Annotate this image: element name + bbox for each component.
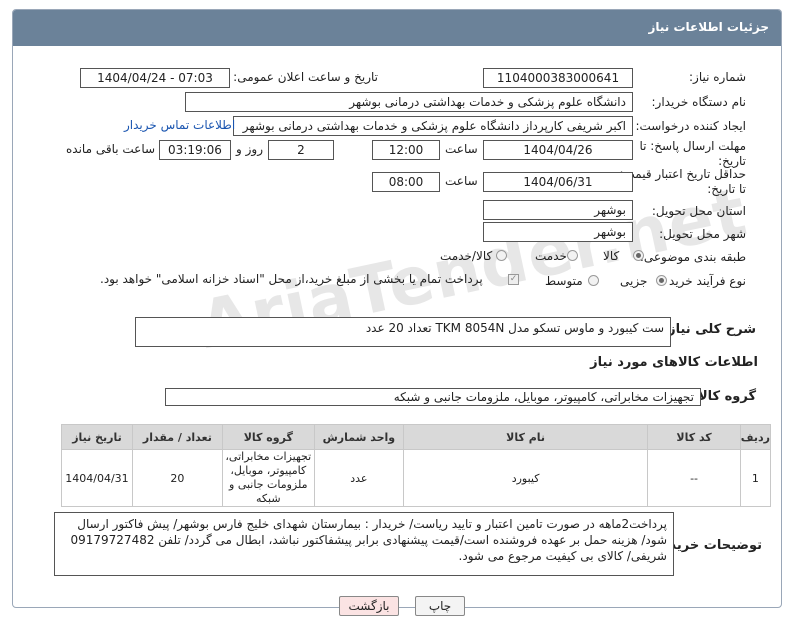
creator-field: اکبر شریفی کارپرداز دانشگاه علوم پزشکی و… (233, 116, 633, 136)
need-number-label: شماره نیاز: (689, 70, 746, 84)
description-label: شرح کلی نیاز: (662, 322, 756, 337)
announce-date-field: 1404/04/24 - 07:03 (80, 68, 230, 88)
province-label: استان محل تحویل: (651, 204, 746, 218)
panel-header: جزئیات اطلاعات نیاز (13, 10, 781, 46)
process-radio-minor[interactable] (656, 275, 667, 286)
price-validity-date-field: 1404/06/31 (483, 172, 633, 192)
city-field: بوشهر (483, 222, 633, 242)
table-row: 1 -- کیبورد عدد تجهیزات مخابراتی، کامپیو… (61, 449, 772, 507)
category-option-goods: کالا (603, 249, 620, 263)
column-header-date: تاریخ نیاز (61, 424, 133, 450)
treasury-payment-note: پرداخت تمام یا بخشی از مبلغ خرید،از محل … (100, 272, 483, 286)
process-option-medium: متوسط (545, 274, 583, 288)
column-header-code: کد کالا (647, 424, 741, 450)
column-header-group: گروه کالا (221, 424, 315, 450)
city-label: شهر محل تحویل: (659, 227, 746, 241)
cell-date: 1404/04/31 (61, 449, 133, 507)
days-label: روز و (236, 142, 263, 156)
print-button[interactable]: چاپ (415, 596, 465, 616)
process-label: نوع فرآیند خرید : (661, 274, 746, 288)
category-option-goods-service: کالا/خدمت (440, 249, 493, 263)
province-field: بوشهر (483, 200, 633, 220)
process-radio-medium[interactable] (588, 275, 599, 286)
buyer-org-field: دانشگاه علوم پزشکی و خدمات بهداشتی درمان… (185, 92, 633, 112)
column-header-name: نام کالا (402, 424, 649, 450)
deadline-time-field: 12:00 (372, 140, 440, 160)
price-validity-label-2: تا تاریخ: (707, 182, 746, 196)
process-option-minor: جزیی (620, 274, 648, 288)
buyer-org-label: نام دستگاه خریدار: (651, 95, 747, 109)
remaining-time-label: ساعت باقی مانده (66, 142, 156, 156)
creator-label: ایجاد کننده درخواست: (635, 119, 746, 133)
goods-table: ردیف کد کالا نام کالا واحد شمارش گروه کا… (61, 424, 772, 507)
back-button[interactable]: بازگشت (339, 596, 399, 616)
column-header-row: ردیف (739, 424, 772, 450)
category-radio-goods-service[interactable] (496, 250, 507, 261)
cell-code: -- (647, 449, 741, 507)
panel-title: جزئیات اطلاعات نیاز (648, 20, 769, 34)
price-validity-label: حداقل تاریخ اعتبار قیمت: (619, 167, 746, 181)
announce-date-label: تاریخ و ساعت اعلان عمومی: (233, 70, 378, 84)
buyer-notes-field: پرداخت2ماهه در صورت تامین اعتبار و تایید… (54, 512, 674, 576)
cell-row: 1 (739, 449, 772, 507)
buyer-contact-link[interactable]: اطلاعات تماس خریدار (124, 118, 235, 132)
category-option-service: خدمت (535, 249, 567, 263)
column-header-unit: واحد شمارش (313, 424, 404, 450)
price-validity-time-label: ساعت (445, 174, 478, 188)
cell-group: تجهیزات مخابراتی، کامپیوتر، موبایل، ملزو… (221, 449, 315, 507)
need-number-field: 1104000383000641 (483, 68, 633, 88)
category-label: طبقه بندی موضوعی: (639, 250, 746, 264)
deadline-label-2: تاریخ: (718, 154, 746, 168)
treasury-checkbox[interactable]: ✓ (508, 274, 519, 285)
goods-group-label: گروه کالا: (692, 389, 756, 404)
deadline-date-field: 1404/04/26 (483, 140, 633, 160)
goods-section-title: اطلاعات کالاهای مورد نیاز (590, 355, 758, 370)
remaining-time-field: 03:19:06 (159, 140, 231, 160)
days-field: 2 (268, 140, 334, 160)
cell-name: کیبورد (402, 449, 649, 507)
category-radio-goods[interactable] (633, 250, 644, 261)
cell-qty: 20 (131, 449, 223, 507)
price-validity-time-field: 08:00 (372, 172, 440, 192)
category-radio-service[interactable] (567, 250, 578, 261)
column-header-qty: تعداد / مقدار (131, 424, 223, 450)
goods-group-field: تجهیزات مخابراتی، کامپیوتر، موبایل، ملزو… (165, 388, 701, 406)
description-field: ست کیبورد و ماوس تسکو مدل TKM 8054N تعدا… (135, 317, 671, 347)
cell-unit: عدد (313, 449, 404, 507)
deadline-time-label: ساعت (445, 142, 478, 156)
deadline-label: مهلت ارسال پاسخ: تا (639, 139, 746, 153)
